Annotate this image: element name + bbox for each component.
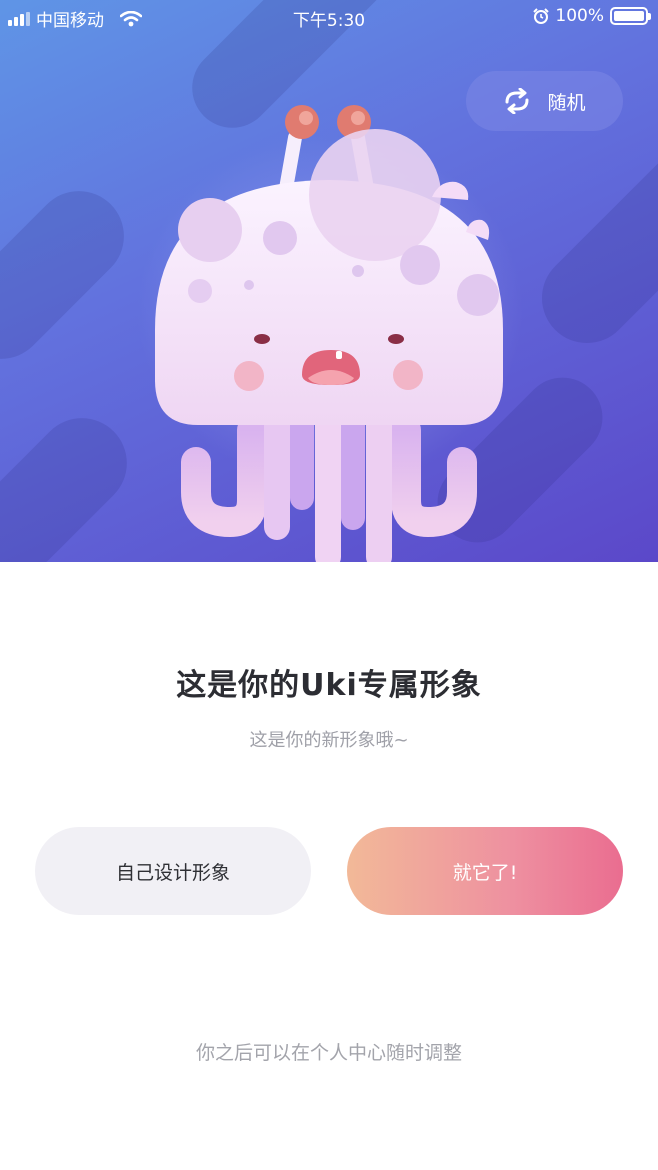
battery-percent: 100% bbox=[555, 6, 604, 26]
confirm-avatar-button-label: 就它了! bbox=[452, 861, 518, 884]
page-subtitle: 这是你的新形象哦~ bbox=[249, 730, 409, 751]
design-avatar-button[interactable]: 自己设计形象 bbox=[35, 827, 311, 915]
status-right-group: 100% bbox=[533, 6, 651, 26]
design-avatar-button-label: 自己设计形象 bbox=[115, 861, 230, 884]
random-button-label: 随机 bbox=[547, 91, 586, 114]
alarm-clock-icon bbox=[533, 8, 550, 24]
refresh-icon bbox=[505, 88, 529, 114]
status-bar: 中国移动 下午5:30 100% bbox=[0, 0, 658, 34]
battery-icon bbox=[610, 7, 651, 25]
page-title: 这是你的Uki专属形象 bbox=[176, 668, 482, 703]
confirm-avatar-button[interactable]: 就它了! bbox=[347, 827, 623, 915]
footer-note: 你之后可以在个人中心随时调整 bbox=[195, 1042, 462, 1064]
random-button[interactable]: 随机 bbox=[466, 71, 623, 131]
